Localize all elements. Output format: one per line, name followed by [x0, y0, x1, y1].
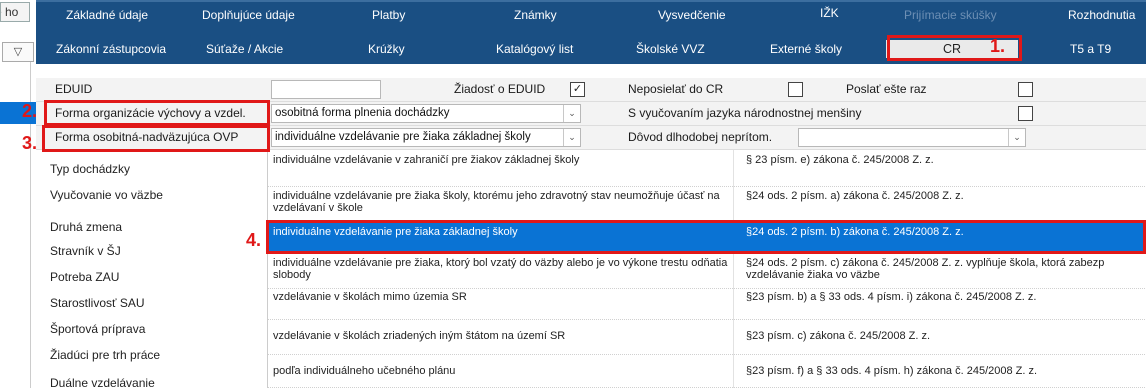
annotation-box-2	[44, 100, 270, 126]
ziadost-eduid-checkbox[interactable]: ✓	[570, 82, 585, 97]
annotation-number-4: 4.	[246, 230, 262, 250]
chevron-down-icon[interactable]: ⌄	[563, 129, 580, 146]
list-item-druha-zmena[interactable]: Druhá zmena	[50, 220, 122, 234]
forma-osob-select[interactable]: individuálne vzdelávanie pre žiaka zákla…	[271, 128, 581, 147]
annotation-box-4	[266, 220, 1146, 254]
option-name: individuálne vzdelávanie pre žiaka školy…	[273, 190, 720, 214]
tab-zakonni-zastupcovia[interactable]: Zákonní zástupcovia	[56, 42, 166, 56]
filter-icon[interactable]: ▽	[2, 42, 34, 62]
option-law: § 23 písm. e) zákona č. 245/2008 Z. z.	[746, 154, 934, 166]
eduid-input[interactable]	[271, 80, 381, 99]
list-item-sportova-priprava[interactable]: Športová príprava	[50, 322, 145, 336]
annotation-number-2: 2.	[22, 101, 38, 121]
row-eduid: EDUID Žiadosť o EDUID ✓ Neposielať do CR…	[36, 78, 1146, 102]
tab-vysvedcenie[interactable]: Vysvedčenie	[658, 8, 726, 22]
chevron-down-icon[interactable]: ⌄	[1008, 129, 1025, 146]
dovod-label: Dôvod dlhodobej neprítom.	[628, 130, 773, 144]
list-item-starostlivost-sau[interactable]: Starostlivosť SAU	[50, 296, 145, 310]
neposielat-checkbox[interactable]	[788, 82, 803, 97]
dropdown-row[interactable]: vzdelávanie v školách zriadených iným št…	[268, 320, 1146, 355]
left-strip: e ho ▽	[0, 0, 36, 388]
dropdown-list: individuálne vzdelávanie v zahraničí pre…	[267, 150, 1146, 388]
option-law: §23 písm. f) a § 33 ods. 4 písm. h) záko…	[746, 365, 1038, 377]
list-item-typ-dochadzky[interactable]: Typ dochádzky	[50, 162, 130, 176]
tab-skolske-vvz[interactable]: Školské VVZ	[636, 42, 705, 56]
s-vyucovanim-label: S vyučovaním jazyka národnostnej menšiny	[628, 106, 862, 120]
dropdown-row[interactable]: individuálne vzdelávanie v zahraničí pre…	[268, 150, 1146, 187]
dropdown-row[interactable]: vzdelávanie v školách mimo územia SR §23…	[268, 289, 1146, 320]
option-name: individuálne vzdelávanie v zahraničí pre…	[273, 154, 580, 166]
forma-org-select[interactable]: osobitná forma plnenia dochádzky ⌄	[271, 104, 581, 123]
option-law: §24 ods. 2 písm. a) zákona č. 245/2008 Z…	[746, 190, 964, 202]
annotation-box-3	[42, 125, 270, 152]
tab-externe-skoly[interactable]: Externé školy	[770, 42, 842, 56]
tab-znamky[interactable]: Známky	[514, 8, 557, 22]
narodnostna-mensina-checkbox[interactable]	[1018, 106, 1033, 121]
tab-t5-t9[interactable]: T5 a T9	[1070, 42, 1111, 56]
chevron-down-icon[interactable]: ⌄	[563, 105, 580, 122]
option-name: podľa individuálneho učebného plánu	[273, 365, 456, 377]
tab-izk[interactable]: IŽK	[820, 6, 839, 20]
tab-zakladne-udaje[interactable]: Základné údaje	[66, 8, 148, 22]
tab-sutaze-akcie[interactable]: Súťaže / Akcie	[206, 42, 283, 56]
forma-org-value: osobitná forma plnenia dochádzky	[275, 107, 450, 119]
tab-katalogovy-list[interactable]: Katalógový list	[496, 42, 573, 56]
poslat-label: Poslať ešte raz	[846, 82, 927, 96]
tab-doplnujuce-udaje[interactable]: Doplňujúce údaje	[202, 8, 295, 22]
option-law: §23 písm. b) a § 33 ods. 4 písm. i) záko…	[746, 291, 1037, 303]
list-item-potreba-zau[interactable]: Potreba ZAU	[50, 270, 119, 284]
annotation-number-3: 3.	[22, 133, 38, 153]
dovod-select[interactable]: ⌄	[798, 128, 1026, 147]
dropdown-row[interactable]: individuálne vzdelávanie pre žiaka školy…	[268, 187, 1146, 222]
option-name: individuálne vzdelávanie pre žiaka, ktor…	[273, 257, 728, 281]
option-name: vzdelávanie v školách mimo územia SR	[273, 291, 467, 303]
tab-kruzky[interactable]: Krúžky	[368, 42, 405, 56]
tab-prijimacie-skusky: Prijímacie skúšky	[904, 8, 997, 22]
list-item-vyucovanie-vo-vazbe[interactable]: Vyučovanie vo väzbe	[50, 188, 163, 202]
option-law: §24 ods. 2 písm. c) zákona č. 245/2008 Z…	[746, 257, 1105, 281]
forma-osob-value: individuálne vzdelávanie pre žiaka zákla…	[275, 131, 531, 143]
annotation-number-1: 1.	[990, 36, 1006, 56]
tab-platby[interactable]: Platby	[372, 8, 405, 22]
neposielat-label: Neposielať do CR	[628, 82, 724, 96]
left-tab[interactable]: e ho	[0, 2, 30, 22]
dropdown-row[interactable]: podľa individuálneho učebného plánu §23 …	[268, 355, 1146, 388]
option-name: vzdelávanie v školách zriadených iným št…	[273, 330, 566, 342]
option-law: §23 písm. c) zákona č. 245/2008 Z. z.	[746, 330, 931, 342]
list-item-ziaduci-trh-prace[interactable]: Žiadúci pre trh práce	[50, 348, 160, 362]
ziadost-eduid-label: Žiadosť o EDUID	[454, 82, 546, 96]
tab-rozhodnutia[interactable]: Rozhodnutia	[1068, 8, 1135, 22]
list-item-stravnik[interactable]: Stravník v ŠJ	[50, 244, 121, 258]
dropdown-row[interactable]: individuálne vzdelávanie pre žiaka, ktor…	[268, 254, 1146, 289]
poslat-checkbox[interactable]	[1018, 82, 1033, 97]
eduid-label: EDUID	[55, 82, 93, 96]
